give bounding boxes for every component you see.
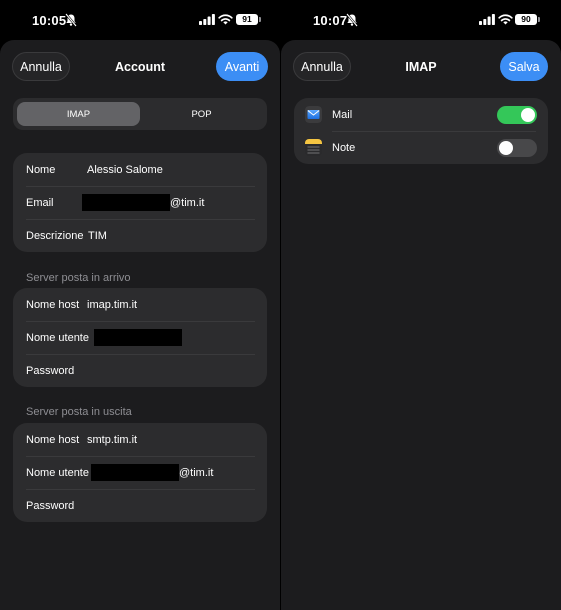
email-label: Email bbox=[26, 196, 54, 209]
battery-level: 90 bbox=[521, 14, 531, 24]
description-label: Descrizione bbox=[26, 229, 84, 242]
status-bar: 10:05 91 bbox=[0, 0, 280, 40]
incoming-user-field[interactable] bbox=[94, 329, 182, 346]
name-label: Nome bbox=[26, 163, 56, 176]
email-field[interactable]: @tim.it bbox=[82, 194, 204, 211]
segment-pop[interactable]: POP bbox=[140, 102, 263, 126]
incoming-password-row[interactable]: Password bbox=[13, 354, 267, 387]
name-row[interactable]: Nome Alessio Salome bbox=[13, 153, 267, 186]
outgoing-server-header: Server posta in uscita bbox=[26, 406, 132, 418]
app-row-notes: Note bbox=[294, 131, 548, 164]
mail-icon bbox=[305, 106, 322, 123]
outgoing-host-field[interactable]: smtp.tim.it bbox=[87, 434, 137, 446]
battery-level: 91 bbox=[242, 14, 252, 24]
incoming-host-field[interactable]: imap.tim.it bbox=[87, 299, 137, 311]
save-button[interactable]: Salva bbox=[500, 52, 548, 81]
outgoing-user-domain: @tim.it bbox=[179, 466, 214, 479]
outgoing-user-row[interactable]: Nome utente @tim.it bbox=[13, 456, 267, 489]
battery-icon: 90 bbox=[515, 14, 540, 25]
email-domain: @tim.it bbox=[170, 196, 205, 209]
wifi-icon bbox=[498, 14, 513, 25]
app-row-mail: Mail bbox=[294, 98, 548, 131]
signal-icon bbox=[479, 14, 495, 25]
battery-icon: 91 bbox=[236, 14, 261, 25]
app-label-mail: Mail bbox=[332, 108, 353, 121]
outgoing-host-label: Nome host bbox=[26, 433, 80, 446]
incoming-server-header: Server posta in arrivo bbox=[26, 272, 131, 284]
sync-apps-group: Mail Note bbox=[294, 98, 548, 164]
mail-toggle[interactable] bbox=[497, 106, 537, 124]
incoming-server-group: Nome host imap.tim.it Nome utente Passwo… bbox=[13, 288, 267, 387]
incoming-password-label: Password bbox=[26, 364, 75, 377]
outgoing-server-group: Nome host smtp.tim.it Nome utente @tim.i… bbox=[13, 423, 267, 522]
status-time: 10:07 bbox=[313, 13, 348, 28]
notes-icon bbox=[305, 139, 322, 156]
silent-bell-icon bbox=[65, 13, 77, 27]
account-info-group: Nome Alessio Salome Email @tim.it Descri… bbox=[13, 153, 267, 252]
outgoing-user-label: Nome utente bbox=[26, 466, 89, 479]
redacted-block bbox=[91, 464, 179, 481]
silent-bell-icon bbox=[346, 13, 358, 27]
status-time: 10:05 bbox=[32, 13, 67, 28]
incoming-user-label: Nome utente bbox=[26, 331, 89, 344]
cancel-button[interactable]: Annulla bbox=[293, 52, 351, 81]
description-field[interactable]: TIM bbox=[88, 230, 107, 242]
incoming-host-row[interactable]: Nome host imap.tim.it bbox=[13, 288, 267, 321]
app-label-notes: Note bbox=[332, 141, 356, 154]
imap-sheet: Annulla IMAP Salva Mail Note bbox=[281, 40, 561, 610]
outgoing-password-label: Password bbox=[26, 499, 75, 512]
redacted-block bbox=[82, 194, 170, 211]
redacted-block bbox=[94, 329, 182, 346]
signal-icon bbox=[199, 14, 215, 25]
outgoing-host-row[interactable]: Nome host smtp.tim.it bbox=[13, 423, 267, 456]
account-sheet: Annulla Account Avanti IMAP POP Nome Ale… bbox=[0, 40, 280, 610]
incoming-user-row[interactable]: Nome utente bbox=[13, 321, 267, 354]
outgoing-user-field[interactable]: @tim.it bbox=[91, 464, 213, 481]
notes-toggle[interactable] bbox=[497, 139, 537, 157]
description-row[interactable]: Descrizione TIM bbox=[13, 219, 267, 252]
wifi-icon bbox=[218, 14, 233, 25]
segment-imap[interactable]: IMAP bbox=[17, 102, 140, 126]
next-button[interactable]: Avanti bbox=[216, 52, 268, 81]
imap-screen: 10:07 90 Annulla IMAP Salva Mail Note bbox=[281, 0, 561, 610]
outgoing-password-row[interactable]: Password bbox=[13, 489, 267, 522]
cancel-button[interactable]: Annulla bbox=[12, 52, 70, 81]
account-type-segmented-control: IMAP POP bbox=[13, 98, 267, 130]
email-row[interactable]: Email @tim.it bbox=[13, 186, 267, 219]
name-field[interactable]: Alessio Salome bbox=[87, 164, 163, 176]
status-bar: 10:07 90 bbox=[281, 0, 561, 40]
incoming-host-label: Nome host bbox=[26, 298, 80, 311]
account-screen: 10:05 91 Annulla Account Avanti IMAP POP… bbox=[0, 0, 280, 610]
